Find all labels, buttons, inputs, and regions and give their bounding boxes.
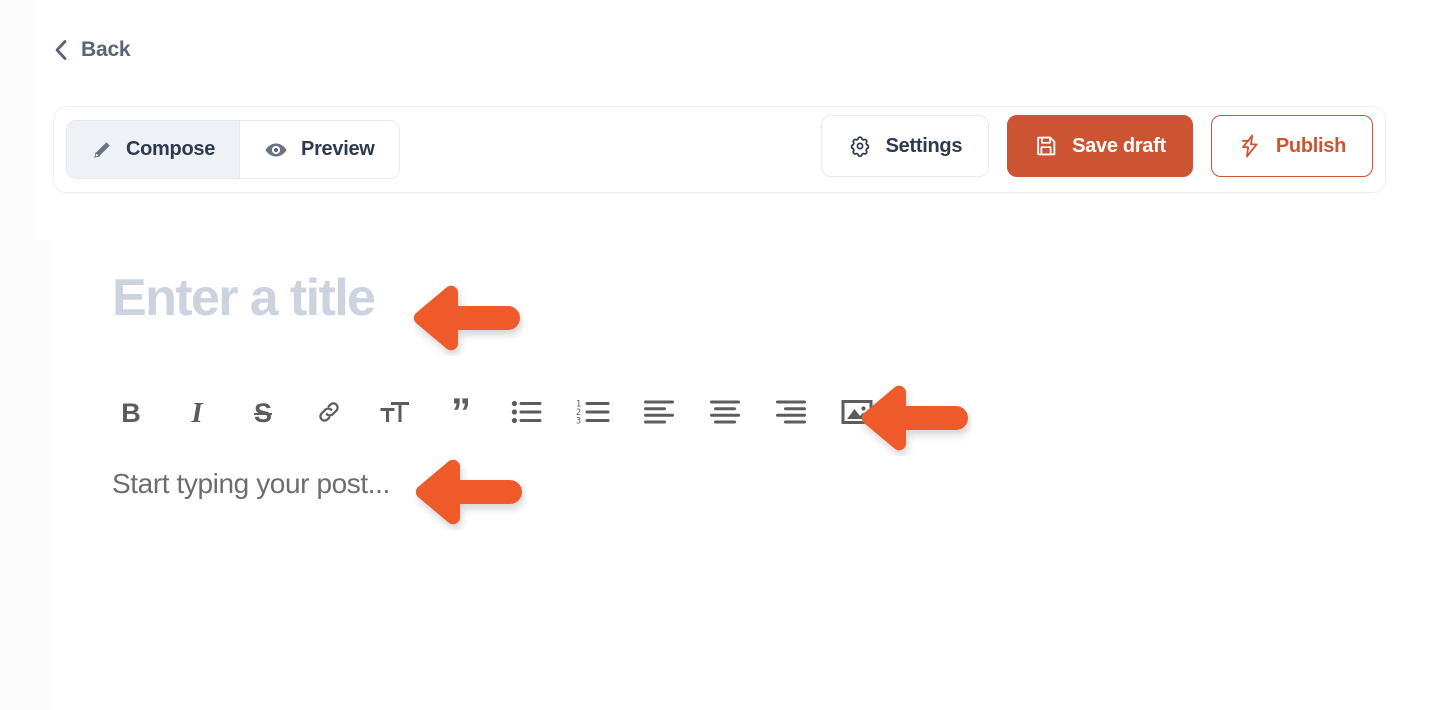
strikethrough-icon: S xyxy=(253,397,272,428)
tab-compose-label: Compose xyxy=(126,138,216,160)
gear-icon xyxy=(848,134,872,158)
align-left-icon xyxy=(644,399,674,428)
text-size-button[interactable] xyxy=(376,394,414,432)
save-draft-button[interactable]: Save draft xyxy=(1007,115,1193,177)
align-right-icon xyxy=(776,399,806,428)
mode-tab-group: Compose Preview xyxy=(66,120,400,179)
chevron-left-icon xyxy=(53,38,69,62)
lightning-bolt-icon xyxy=(1238,133,1262,159)
editor-page: Back Compose Preview Settings Save draft… xyxy=(0,0,1440,710)
pencil-icon xyxy=(91,139,113,161)
blockquote-button[interactable]: ” xyxy=(442,391,480,435)
numbered-list-icon: 1 2 3 xyxy=(576,399,610,428)
floppy-disk-icon xyxy=(1034,134,1058,158)
bold-button[interactable]: B xyxy=(112,394,150,432)
formatting-toolbar: B I S ” 1 2 3 xyxy=(112,391,876,435)
title-placeholder[interactable]: Enter a title xyxy=(112,272,1312,324)
link-button[interactable] xyxy=(310,394,348,432)
align-right-button[interactable] xyxy=(772,394,810,432)
tab-preview-label: Preview xyxy=(301,138,375,160)
link-icon xyxy=(315,398,343,429)
back-label: Back xyxy=(81,38,131,61)
publish-button[interactable]: Publish xyxy=(1210,115,1373,177)
align-left-button[interactable] xyxy=(640,394,678,432)
strikethrough-button[interactable]: S xyxy=(244,394,282,432)
italic-icon: I xyxy=(191,396,203,429)
post-editor: Enter a title B I S ” 1 2 3 Start typing… xyxy=(112,272,1312,499)
insert-image-button[interactable] xyxy=(838,394,876,432)
quote-icon: ” xyxy=(451,391,471,435)
bulleted-list-icon xyxy=(511,399,543,428)
bulleted-list-button[interactable] xyxy=(508,394,546,432)
toolbar-actions: Settings Save draft Publish xyxy=(820,115,1373,177)
publish-label: Publish xyxy=(1275,134,1346,157)
numbered-list-button[interactable]: 1 2 3 xyxy=(574,394,612,432)
tab-preview[interactable]: Preview xyxy=(239,121,399,178)
back-button[interactable]: Back xyxy=(53,38,131,62)
settings-button[interactable]: Settings xyxy=(820,115,990,177)
align-center-button[interactable] xyxy=(706,394,744,432)
text-size-icon xyxy=(379,398,411,429)
bold-icon: B xyxy=(121,397,141,428)
svg-text:3: 3 xyxy=(576,416,581,425)
editor-toolbar-card: Compose Preview Settings Save draft Publ… xyxy=(53,106,1386,193)
annotation-arrow-body xyxy=(406,452,526,535)
save-draft-label: Save draft xyxy=(1072,134,1166,157)
align-center-icon xyxy=(710,399,740,428)
body-placeholder[interactable]: Start typing your post... xyxy=(112,468,390,500)
image-icon xyxy=(841,398,873,429)
italic-button[interactable]: I xyxy=(178,394,216,432)
tab-compose[interactable]: Compose xyxy=(67,121,240,178)
settings-label: Settings xyxy=(885,134,963,157)
eye-icon xyxy=(264,138,288,162)
